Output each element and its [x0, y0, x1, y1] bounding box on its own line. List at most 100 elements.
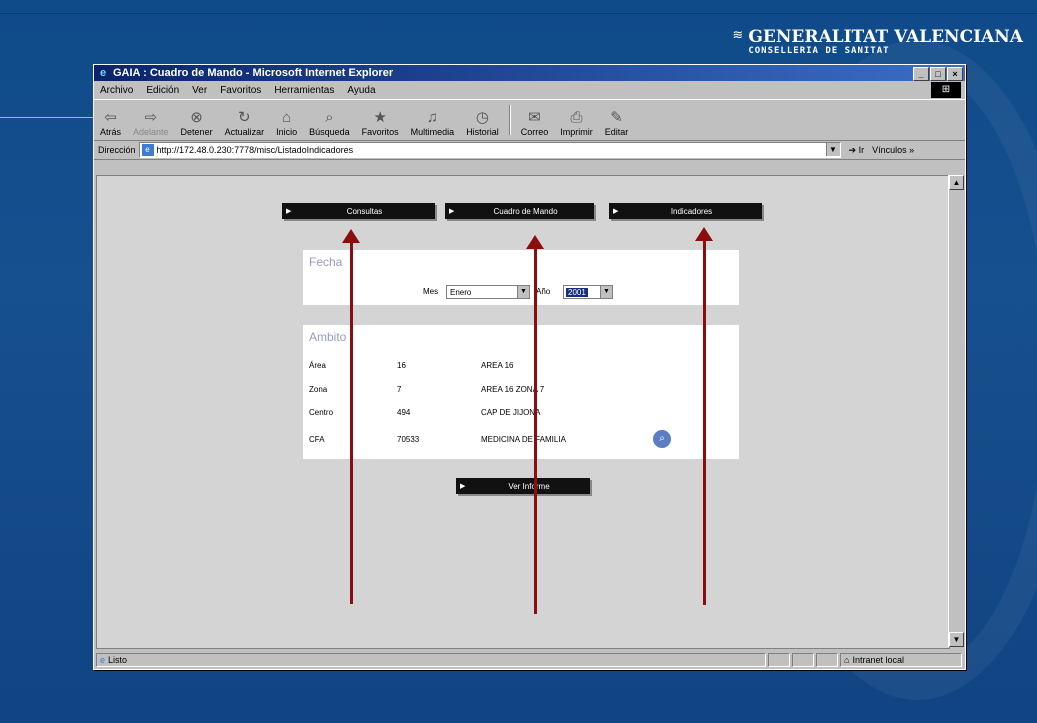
menu-favoritos[interactable]: Favoritos	[220, 85, 261, 96]
toolbar-home-button[interactable]: ⌂ Inicio	[270, 109, 303, 140]
menu-ver[interactable]: Ver	[192, 85, 207, 96]
toolbar-label: Editar	[604, 127, 629, 137]
toolbar-refresh-button[interactable]: ↻ Actualizar	[219, 109, 271, 140]
ambito-panel: Ambito Área 16 AREA 16 Zona 7 AREA 16 ZO…	[303, 325, 739, 459]
status-text: Listo	[108, 655, 128, 665]
intranet-zone-icon: ⌂	[844, 655, 850, 665]
fecha-title: Fecha	[309, 255, 343, 269]
window-titlebar[interactable]: e GAIA : Cuadro de Mando - Microsoft Int…	[94, 65, 965, 81]
status-pane	[816, 653, 838, 667]
history-icon: ◷	[475, 109, 489, 126]
row-desc: CAP DE JIJONA	[481, 408, 541, 417]
search-icon[interactable]: ⌕	[653, 430, 671, 448]
toolbar-edit-button[interactable]: ✎ Editar	[599, 109, 635, 140]
generalitat-logo: ≋ GENERALITAT VALENCIANA CONSELLERIA DE …	[732, 27, 1023, 56]
go-label: Ir	[858, 144, 865, 155]
refresh-icon: ↻	[238, 109, 251, 126]
toolbar-mail-button[interactable]: ✉ Correo	[515, 109, 555, 140]
chevron-down-icon: ▼	[600, 286, 612, 298]
close-button[interactable]: ×	[947, 67, 963, 81]
menu-bar: Archivo Edición Ver Favoritos Herramient…	[94, 81, 965, 99]
indicadores-label: Indicadores	[670, 206, 713, 216]
play-icon: ▶	[286, 208, 292, 215]
ambito-title: Ambito	[309, 330, 347, 344]
cuadro-label: Cuadro de Mando	[493, 206, 558, 216]
slide-top-line	[0, 13, 1037, 14]
minimize-button[interactable]: _	[913, 67, 929, 81]
print-icon: ⎙	[570, 109, 583, 126]
media-icon: ♫	[426, 109, 439, 126]
cuadro-de-mando-button[interactable]: ▶ Cuadro de Mando	[445, 203, 594, 219]
anio-label: Año	[536, 287, 551, 296]
menu-edicion[interactable]: Edición	[146, 85, 179, 96]
indicadores-button[interactable]: ▶ Indicadores	[609, 203, 762, 219]
toolbar-label: Actualizar	[224, 127, 265, 137]
toolbar-separator	[508, 105, 511, 135]
fecha-panel: Fecha Mes Enero ▼ Año 2001 ▼	[303, 250, 739, 305]
anio-value: 2001	[566, 287, 588, 297]
go-button[interactable]: ➔ Ir	[849, 145, 865, 156]
toolbar-favorites-button[interactable]: ★ Favoritos	[356, 109, 405, 140]
logo-line-2: CONSELLERIA DE SANITAT	[748, 46, 890, 56]
row-code: 70533	[397, 435, 420, 444]
favorites-icon: ★	[373, 109, 387, 126]
toolbar-back-button[interactable]: ⇦ Atrás	[94, 109, 127, 140]
vertical-scrollbar[interactable]: ▲ ▼	[948, 175, 964, 647]
menu-ayuda[interactable]: Ayuda	[347, 85, 375, 96]
scroll-down-icon[interactable]: ▼	[949, 632, 964, 647]
maximize-button[interactable]: □	[930, 67, 946, 81]
toolbar-stop-button[interactable]: ⊗ Detener	[175, 109, 219, 140]
play-icon: ▶	[460, 483, 466, 490]
address-label: Dirección	[98, 145, 136, 155]
ver-informe-button[interactable]: ▶ Ver Informe	[456, 478, 590, 494]
address-dropdown-icon[interactable]: ▼	[825, 143, 840, 156]
toolbar-label: Correo	[520, 127, 549, 137]
toolbar-label: Imprimir	[560, 127, 593, 137]
browser-window: e GAIA : Cuadro de Mando - Microsoft Int…	[93, 64, 966, 670]
forward-icon: ⇨	[144, 109, 158, 126]
play-icon: ▶	[613, 208, 619, 215]
mes-select[interactable]: Enero ▼	[446, 285, 530, 299]
mes-label: Mes	[423, 287, 439, 296]
menu-archivo[interactable]: Archivo	[100, 85, 133, 96]
address-input[interactable]: e http://172.48.0.230:7778/misc/ListadoI…	[138, 142, 841, 158]
toolbar-media-button[interactable]: ♫ Multimedia	[405, 109, 461, 140]
menu-herramientas[interactable]: Herramientas	[274, 85, 334, 96]
toolbar-label: Atrás	[100, 127, 122, 137]
toolbar-history-button[interactable]: ◷ Historial	[460, 109, 505, 140]
toolbar-print-button[interactable]: ⎙ Imprimir	[554, 109, 599, 140]
row-desc: AREA 16	[481, 361, 514, 370]
address-bar: Dirección e http://172.48.0.230:7778/mis…	[94, 141, 965, 160]
row-label: Zona	[309, 385, 328, 394]
edit-icon: ✎	[610, 109, 623, 126]
annotation-arrow-cuadro	[526, 235, 544, 614]
toolbar-forward-button[interactable]: ⇨ Adelante	[127, 109, 175, 140]
annotation-arrow-consultas	[342, 229, 360, 604]
row-code: 7	[397, 385, 402, 394]
toolbar-label: Multimedia	[410, 127, 455, 137]
links-button[interactable]: Vínculos »	[872, 145, 914, 155]
mail-icon: ✉	[528, 109, 541, 126]
play-icon: ▶	[449, 208, 455, 215]
row-label: Centro	[309, 408, 334, 417]
stop-icon: ⊗	[190, 109, 203, 126]
annotation-arrow-indicadores	[695, 227, 713, 605]
toolbar-label: Favoritos	[361, 127, 399, 137]
page-icon: e	[141, 144, 154, 156]
windows-logo-icon: ⊞	[931, 82, 961, 98]
back-icon: ⇦	[104, 109, 117, 126]
consultas-button[interactable]: ▶ Consultas	[282, 203, 435, 219]
anio-select[interactable]: 2001 ▼	[563, 285, 613, 299]
toolbar-search-button[interactable]: ⌕ Búsqueda	[303, 109, 356, 140]
chevron-down-icon: ▼	[517, 286, 529, 298]
address-url: http://172.48.0.230:7778/misc/ListadoInd…	[156, 145, 354, 155]
toolbar-label: Búsqueda	[309, 127, 350, 137]
page-content: ▶ Consultas ▶ Cuadro de Mando ▶ Indicado…	[96, 175, 950, 649]
toolbar-label: Inicio	[276, 127, 298, 137]
ie-icon: e	[99, 67, 107, 79]
row-label: Área	[309, 361, 326, 370]
scroll-up-icon[interactable]: ▲	[949, 175, 964, 190]
logo-line-1: GENERALITAT VALENCIANA	[748, 27, 1023, 47]
search-icon: ⌕	[325, 109, 334, 126]
row-label: CFA	[309, 435, 325, 444]
